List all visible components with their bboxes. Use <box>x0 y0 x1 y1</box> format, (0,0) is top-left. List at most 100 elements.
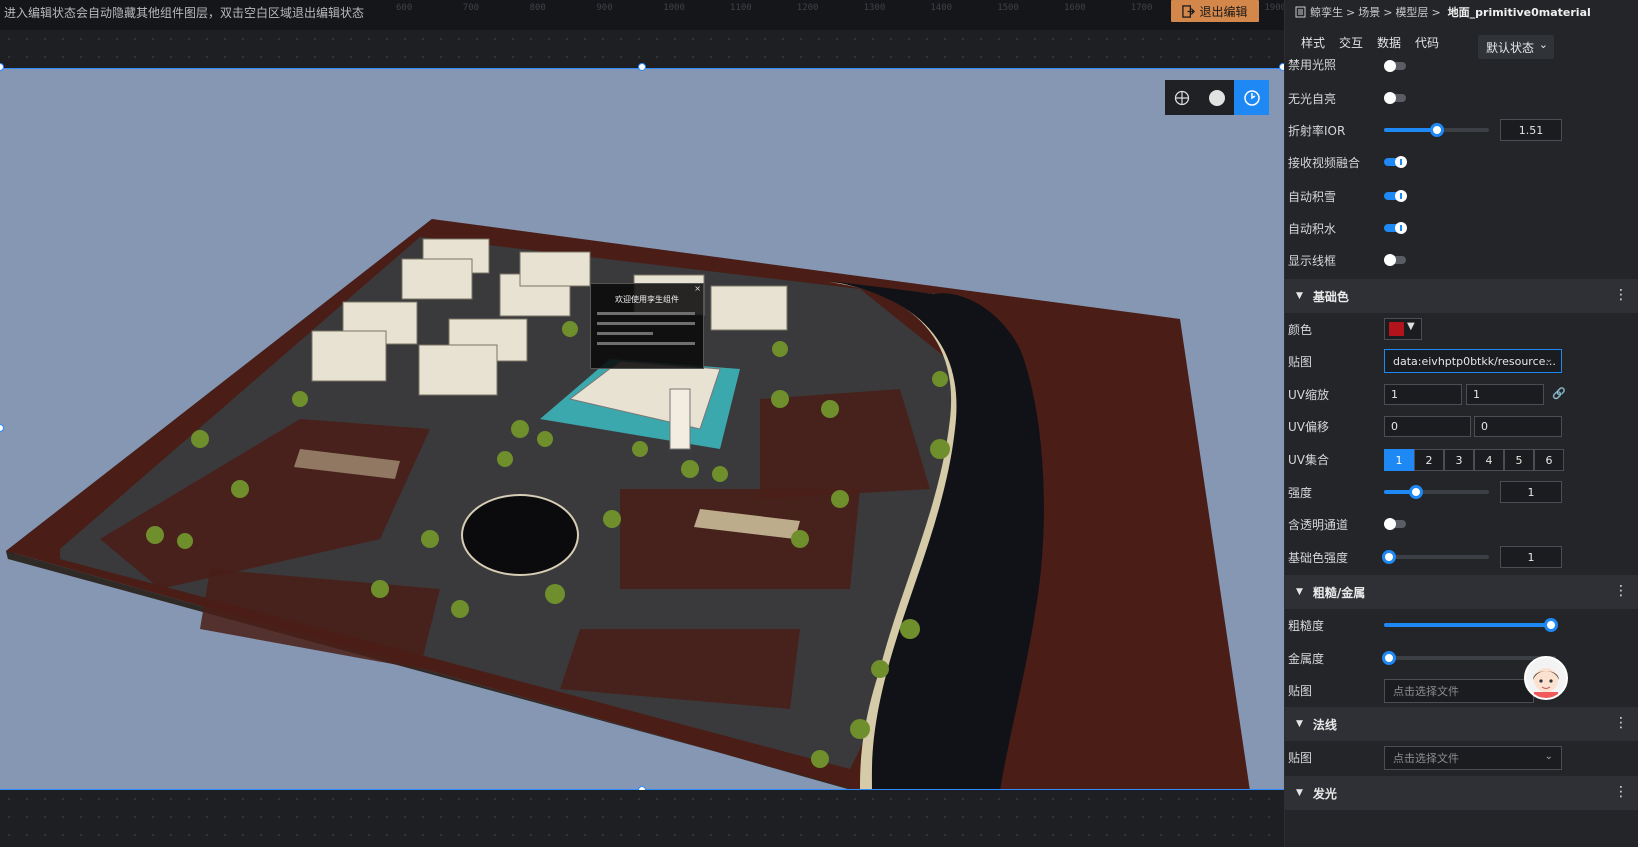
breadcrumb-separator: > <box>1431 5 1441 19</box>
color-strength-value[interactable]: 1 <box>1500 546 1562 568</box>
ruler-tick: 1900 <box>1264 3 1287 13</box>
assistant-avatar-icon[interactable] <box>1524 656 1568 700</box>
exit-edit-label: 退出编辑 <box>1199 4 1248 19</box>
ior-value[interactable]: 1.51 <box>1500 119 1562 141</box>
color-swatch[interactable]: ▼ <box>1384 318 1422 340</box>
uv-set-label: UV集合 <box>1288 453 1329 467</box>
tab-style[interactable]: 样式 <box>1301 34 1325 51</box>
color-strength-slider[interactable] <box>1382 550 1489 564</box>
base-map-select[interactable]: data:eivhptp0btkk/resource... ⌄ <box>1384 349 1562 373</box>
row-disable-light: 禁用光照 <box>1284 52 1638 74</box>
more-icon[interactable]: ⋮ <box>1614 287 1628 303</box>
row-roughness: 粗糙度 <box>1284 609 1638 641</box>
more-icon[interactable]: ⋮ <box>1614 784 1628 800</box>
wireframe-label: 显示线框 <box>1288 254 1337 268</box>
caret-down-icon: ▼ <box>1407 321 1415 332</box>
rotate-icon[interactable] <box>1234 80 1270 115</box>
uv-offset-x[interactable]: 0 <box>1384 416 1471 437</box>
row-metalness: 金属度 <box>1284 642 1638 674</box>
section-normal[interactable]: ▼ 法线 ⋮ <box>1284 707 1638 741</box>
auto-snow-toggle[interactable] <box>1384 190 1407 202</box>
breadcrumb: 鲸孪生 > 场景 > 模型层 > 地面_primitive0material <box>1285 0 1638 24</box>
more-icon[interactable]: ⋮ <box>1614 583 1628 599</box>
row-video-fusion: 接收视频融合 <box>1284 146 1638 178</box>
base-map-value: data:eivhptp0btkk/resource... <box>1393 354 1556 368</box>
strength-label: 强度 <box>1288 486 1313 500</box>
edit-mode-hint: 进入编辑状态会自动隐藏其他组件图层，双击空白区域退出编辑状态 <box>4 6 365 20</box>
scene-render[interactable] <box>0 69 1284 790</box>
row-auto-snow: 自动积雪 <box>1284 180 1638 212</box>
normal-map-label: 贴图 <box>1288 751 1313 765</box>
strength-slider[interactable] <box>1384 485 1489 499</box>
row-rough-map: 贴图 点击选择文件 <box>1284 674 1638 706</box>
breadcrumb-item[interactable]: 模型层 <box>1395 4 1428 20</box>
row-strength: 强度 1 <box>1284 476 1638 508</box>
uv-offset-label: UV偏移 <box>1288 420 1329 434</box>
section-rough-metal[interactable]: ▼ 粗糙/金属 ⋮ <box>1284 575 1638 609</box>
tab-code[interactable]: 代码 <box>1415 34 1439 51</box>
uv-set-option[interactable]: 5 <box>1504 449 1534 471</box>
disable-light-toggle[interactable] <box>1384 60 1406 72</box>
ruler-tick: 1600 <box>1064 3 1086 13</box>
row-color-strength: 基础色强度 1 <box>1284 541 1638 573</box>
section-title: 粗糙/金属 <box>1312 585 1366 600</box>
campus-red-patch <box>620 489 860 589</box>
collapse-icon: ▼ <box>1296 788 1303 798</box>
uv-set-option[interactable]: 4 <box>1474 449 1504 471</box>
breadcrumb-item[interactable]: 场景 <box>1358 4 1380 20</box>
rough-map-select[interactable]: 点击选择文件 <box>1384 679 1534 703</box>
alpha-label: 含透明通道 <box>1288 518 1349 532</box>
ruler-tick: 1200 <box>796 3 819 13</box>
auto-water-label: 自动积水 <box>1288 222 1337 236</box>
normal-map-select[interactable]: 点击选择文件 ⌄ <box>1384 746 1562 770</box>
section-title: 基础色 <box>1312 289 1349 304</box>
row-wireframe: 显示线框 <box>1284 244 1638 276</box>
popup-close-icon[interactable]: × <box>694 284 701 293</box>
auto-water-toggle[interactable] <box>1384 222 1407 234</box>
uv-set-group: 1 2 3 4 5 6 <box>1384 449 1564 471</box>
tab-data[interactable]: 数据 <box>1377 34 1401 51</box>
sphere-icon[interactable] <box>1200 80 1235 115</box>
uv-set-option[interactable]: 6 <box>1534 449 1564 471</box>
wireframe-toggle[interactable] <box>1384 254 1406 266</box>
disable-light-label: 禁用光照 <box>1288 58 1337 72</box>
unlit-toggle[interactable] <box>1384 92 1406 104</box>
strength-value[interactable]: 1 <box>1500 481 1562 503</box>
uv-offset-y[interactable]: 0 <box>1474 416 1562 437</box>
section-base-color[interactable]: ▼ 基础色 ⋮ <box>1284 279 1638 313</box>
collapse-icon: ▼ <box>1296 291 1303 301</box>
more-icon[interactable]: ⋮ <box>1614 715 1628 731</box>
ruler-tick: 1000 <box>663 3 685 13</box>
normal-map-placeholder: 点击选择文件 <box>1393 752 1459 765</box>
viewport-toolbar <box>1165 80 1270 115</box>
row-color: 颜色 ▼ <box>1284 313 1638 345</box>
ruler-tick: 1700 <box>1130 3 1153 13</box>
exit-edit-button[interactable]: 退出编辑 <box>1171 0 1259 22</box>
uv-set-option[interactable]: 1 <box>1384 449 1414 471</box>
scene-viewport[interactable]: × 欢迎使用孪生组件 <box>0 68 1284 790</box>
ior-slider[interactable] <box>1384 123 1489 137</box>
uv-set-option[interactable]: 2 <box>1414 449 1444 471</box>
ruler-tick: 700 <box>462 3 480 13</box>
ruler-tick: 1500 <box>997 3 1019 13</box>
uv-scale-x[interactable]: 1 <box>1384 384 1462 405</box>
breadcrumb-separator: > <box>1346 5 1356 19</box>
globe-icon[interactable] <box>1165 80 1200 115</box>
video-fusion-toggle[interactable] <box>1384 156 1407 168</box>
link-icon[interactable]: 🔗 <box>1552 387 1566 400</box>
base-map-label: 贴图 <box>1288 355 1313 369</box>
row-ior: 折射率IOR 1.51 <box>1284 114 1638 146</box>
chevron-down-icon: ⌄ <box>1538 38 1548 51</box>
chevron-down-icon: ⌄ <box>1544 751 1553 762</box>
bottom-ruler <box>0 790 1284 847</box>
row-base-map: 贴图 data:eivhptp0btkk/resource... ⌄ <box>1284 345 1638 377</box>
section-emissive[interactable]: ▼ 发光 ⋮ <box>1284 776 1638 810</box>
breadcrumb-item[interactable]: 鲸孪生 <box>1310 4 1343 20</box>
roughness-slider[interactable] <box>1384 618 1558 632</box>
uv-set-option[interactable]: 3 <box>1444 449 1474 471</box>
resize-handle[interactable] <box>638 63 646 71</box>
tab-interaction[interactable]: 交互 <box>1339 34 1363 51</box>
uv-scale-y[interactable]: 1 <box>1466 384 1544 405</box>
metalness-slider[interactable] <box>1382 651 1556 665</box>
alpha-toggle[interactable] <box>1384 518 1406 530</box>
